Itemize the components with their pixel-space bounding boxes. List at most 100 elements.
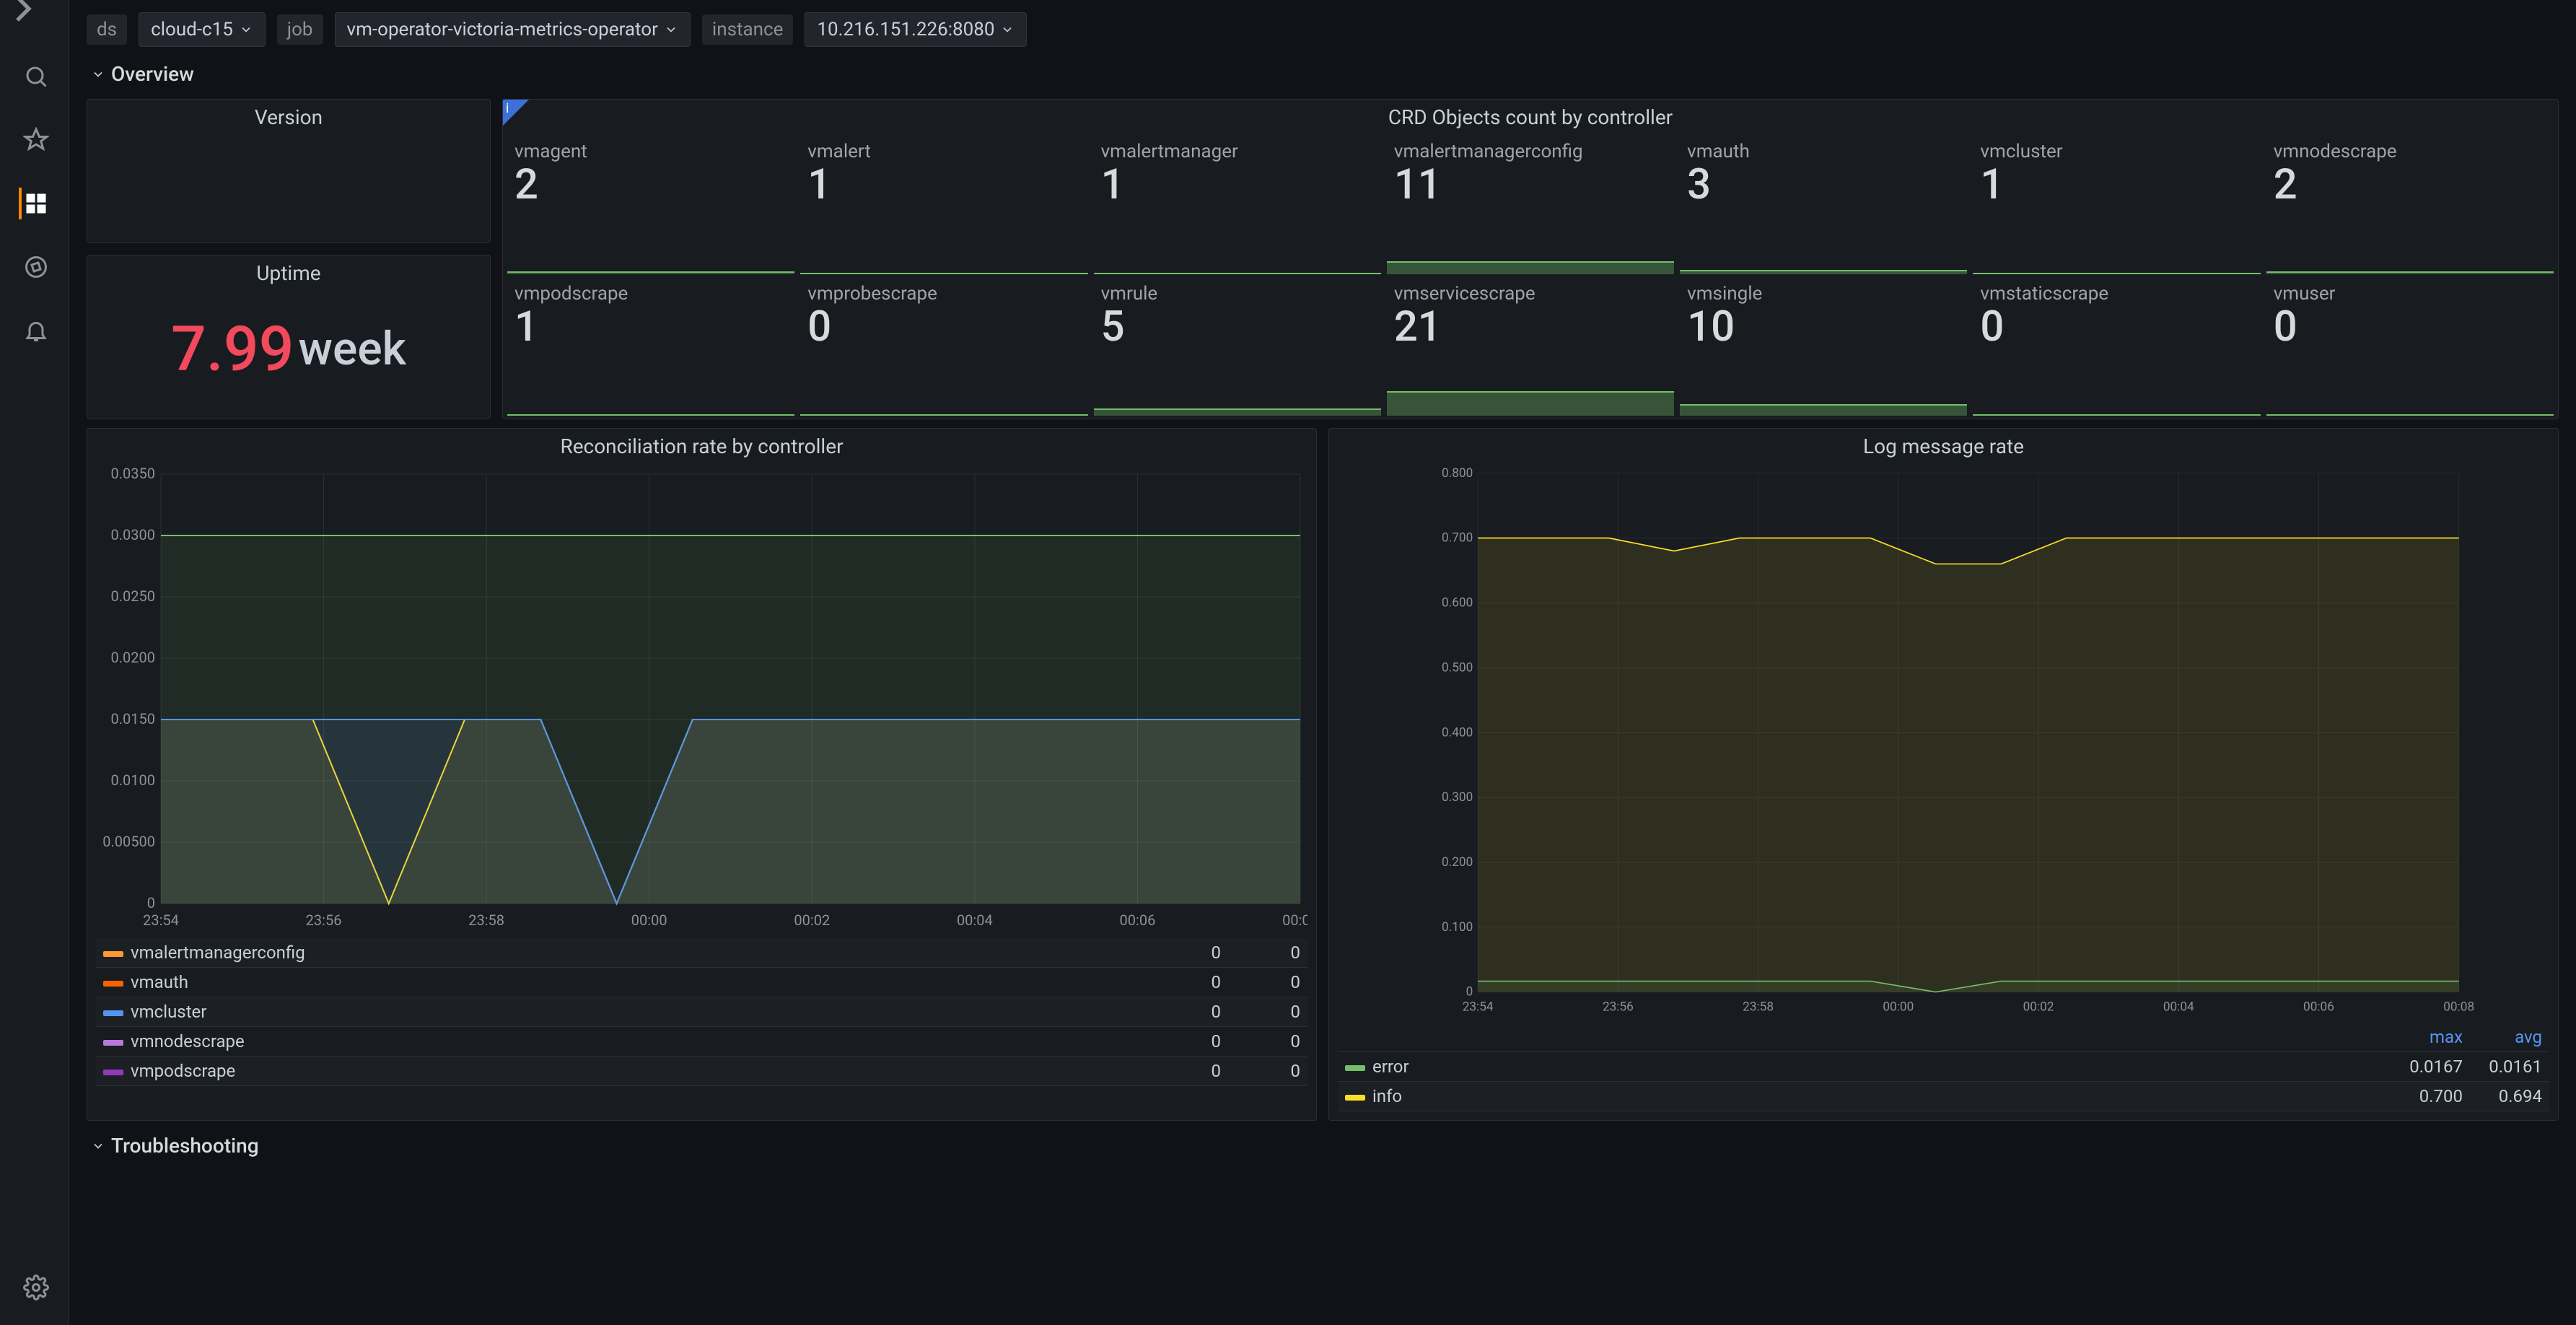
ds-picker[interactable]: cloud-c15: [139, 12, 266, 47]
legend-row[interactable]: vmnodescrape00: [96, 1027, 1307, 1057]
svg-text:23:56: 23:56: [1603, 1000, 1634, 1014]
crd-metric-vmagent: vmagent2: [506, 135, 796, 274]
svg-text:23:58: 23:58: [468, 911, 504, 929]
alerts-icon[interactable]: [19, 315, 51, 346]
panel-reconciliation-title: Reconciliation rate by controller: [87, 429, 1316, 464]
panel-log-rate[interactable]: Log message rate 00.1000.2000.3000.4000.…: [1328, 428, 2559, 1121]
panel-log-rate-title: Log message rate: [1329, 429, 2558, 464]
svg-text:0: 0: [147, 894, 155, 911]
ds-label: ds: [87, 14, 127, 45]
legend-row[interactable]: error0.01670.0161: [1338, 1052, 2549, 1082]
left-navbar: [0, 0, 69, 1325]
metric-value: 0: [1980, 305, 2253, 351]
svg-text:00:06: 00:06: [2303, 1000, 2334, 1014]
svg-text:00:08: 00:08: [2443, 1000, 2474, 1014]
metric-value: 2: [514, 162, 787, 209]
svg-text:0.600: 0.600: [1442, 596, 1473, 611]
job-value: vm-operator-victoria-metrics-operator: [347, 19, 658, 40]
metric-label: vmalertmanagerconfig: [1394, 141, 1667, 162]
panel-uptime[interactable]: Uptime 7.99 week: [87, 255, 491, 419]
chevron-down-icon: [239, 22, 253, 37]
svg-text:0.0100: 0.0100: [111, 771, 155, 789]
settings-icon[interactable]: [19, 1272, 51, 1303]
instance-value: 10.216.151.226:8080: [817, 19, 994, 40]
metric-label: vmsingle: [1687, 283, 1960, 305]
panel-crd[interactable]: i CRD Objects count by controller vmagen…: [502, 99, 2559, 419]
star-icon[interactable]: [19, 124, 51, 156]
svg-text:00:08: 00:08: [1282, 911, 1307, 929]
svg-text:0.0350: 0.0350: [111, 467, 155, 482]
job-label: job: [277, 14, 323, 45]
chevron-down-icon: [91, 67, 105, 82]
metric-value: 10: [1687, 305, 1960, 351]
crd-metric-vmuser: vmuser0: [2265, 277, 2555, 416]
crd-metric-vmpodscrape: vmpodscrape1: [506, 277, 796, 416]
svg-text:0.0200: 0.0200: [111, 649, 155, 666]
crd-metric-vmservicescrape: vmservicescrape21: [1385, 277, 1675, 416]
metric-label: vmpodscrape: [514, 283, 787, 305]
explore-icon[interactable]: [19, 251, 51, 283]
panel-version[interactable]: Version: [87, 99, 491, 243]
metric-label: vmrule: [1101, 283, 1374, 305]
metric-label: vmcluster: [1980, 141, 2253, 162]
instance-picker[interactable]: 10.216.151.226:8080: [805, 12, 1027, 47]
info-corner-icon[interactable]: i: [503, 100, 529, 126]
uptime-value: 7.99: [171, 312, 294, 385]
section-troubleshooting-toggle[interactable]: Troubleshooting: [87, 1129, 2559, 1162]
metric-label: vmstaticscrape: [1980, 283, 2253, 305]
svg-text:0.300: 0.300: [1442, 790, 1473, 805]
legend-row[interactable]: info0.7000.694: [1338, 1082, 2549, 1111]
metric-value: 5: [1101, 305, 1374, 351]
svg-text:0.500: 0.500: [1442, 660, 1473, 675]
search-icon[interactable]: [19, 61, 51, 92]
panel-crd-title: CRD Objects count by controller: [503, 100, 2558, 135]
crd-metric-vmalert: vmalert1: [799, 135, 1089, 274]
log-rate-legend: maxavgerror0.01670.0161info0.7000.694: [1338, 1023, 2549, 1111]
svg-text:0.100: 0.100: [1442, 920, 1473, 935]
panel-uptime-title: Uptime: [87, 255, 490, 291]
legend-row[interactable]: vmcluster00: [96, 997, 1307, 1027]
metric-value: 1: [1101, 162, 1374, 209]
panel-reconciliation[interactable]: Reconciliation rate by controller 00.005…: [87, 428, 1317, 1121]
metric-label: vmnodescrape: [2274, 141, 2546, 162]
panel-version-title: Version: [87, 100, 490, 135]
dashboards-icon[interactable]: [19, 188, 51, 219]
svg-text:0.0250: 0.0250: [111, 587, 155, 605]
svg-text:23:56: 23:56: [306, 911, 342, 929]
ds-value: cloud-c15: [151, 19, 233, 40]
svg-text:00:00: 00:00: [1883, 1000, 1914, 1014]
metric-value: 0: [2274, 305, 2546, 351]
legend-row[interactable]: vmauth00: [96, 968, 1307, 997]
svg-text:0.0300: 0.0300: [111, 526, 155, 543]
metric-label: vmauth: [1687, 141, 1960, 162]
metric-value: 0: [807, 305, 1080, 351]
metric-value: 21: [1394, 305, 1667, 351]
metric-label: vmuser: [2274, 283, 2546, 305]
svg-text:00:06: 00:06: [1120, 911, 1156, 929]
legend-row[interactable]: vmalertmanagerconfig00: [96, 938, 1307, 968]
crd-metric-vmstaticscrape: vmstaticscrape0: [1971, 277, 2261, 416]
dock-toggle[interactable]: [0, 0, 46, 17]
svg-text:0.700: 0.700: [1442, 531, 1473, 546]
metric-label: vmservicescrape: [1394, 283, 1667, 305]
svg-text:23:54: 23:54: [143, 911, 179, 929]
metric-value: 3: [1687, 162, 1960, 209]
svg-text:0: 0: [1466, 985, 1473, 1000]
job-picker[interactable]: vm-operator-victoria-metrics-operator: [335, 12, 691, 47]
legend-row[interactable]: vmpodscrape00: [96, 1057, 1307, 1086]
chevron-down-icon: [664, 22, 678, 37]
svg-text:00:02: 00:02: [794, 911, 830, 929]
section-overview-toggle[interactable]: Overview: [87, 58, 2559, 90]
chevron-down-icon: [1000, 22, 1015, 37]
crd-metric-vmrule: vmrule5: [1092, 277, 1383, 416]
svg-text:0.800: 0.800: [1442, 467, 1473, 481]
main-content: ds cloud-c15 job vm-operator-victoria-me…: [69, 0, 2576, 1325]
svg-text:0.400: 0.400: [1442, 725, 1473, 740]
crd-metric-vmalertmanagerconfig: vmalertmanagerconfig11: [1385, 135, 1675, 274]
svg-text:23:54: 23:54: [1463, 1000, 1494, 1014]
section-troubleshooting-title: Troubleshooting: [111, 1134, 259, 1158]
svg-text:0.0150: 0.0150: [111, 710, 155, 727]
reconciliation-chart[interactable]: 00.005000.01000.01500.02000.02500.03000.…: [96, 467, 1307, 932]
svg-text:23:58: 23:58: [1743, 1000, 1774, 1014]
log-rate-chart[interactable]: 00.1000.2000.3000.4000.5000.6000.7000.80…: [1338, 467, 2549, 1017]
